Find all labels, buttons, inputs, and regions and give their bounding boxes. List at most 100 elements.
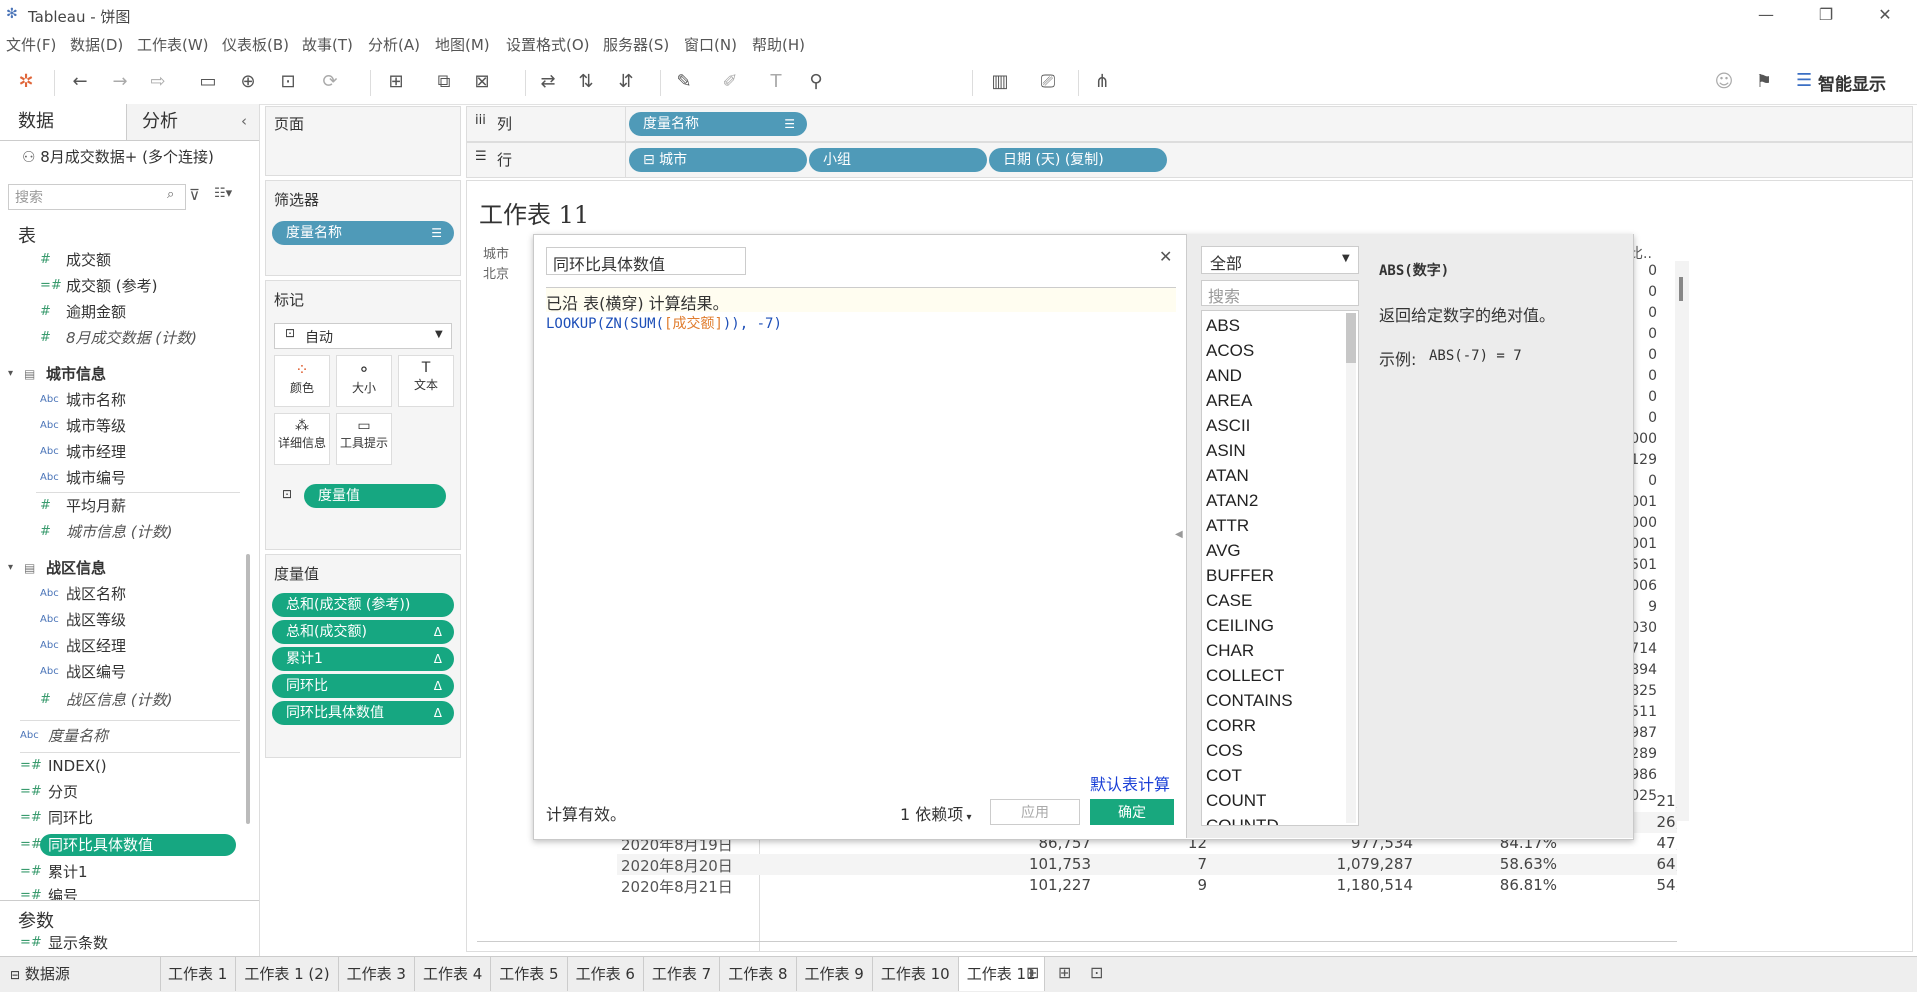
- menu-window[interactable]: 窗口(N): [684, 34, 737, 55]
- measure-value-pill[interactable]: 累计1 Δ: [272, 647, 454, 671]
- scrollbar-thumb[interactable]: [1679, 277, 1683, 301]
- refresh-icon[interactable]: ⟳: [318, 70, 342, 94]
- forward-arrow-icon[interactable]: →: [108, 70, 132, 94]
- function-item[interactable]: ASIN: [1206, 438, 1246, 463]
- sheet-tab[interactable]: 工作表 8: [720, 957, 797, 991]
- column-pill-measure-names[interactable]: 度量名称 ☰: [629, 112, 807, 136]
- collapse-functions-icon[interactable]: ◀: [1175, 529, 1183, 540]
- function-category-dropdown[interactable]: 全部 ▼: [1201, 246, 1359, 274]
- field-list-scrollbar[interactable]: [246, 554, 250, 824]
- explain-icon[interactable]: ⚑: [1752, 70, 1776, 94]
- field-item[interactable]: Abc 战区名称: [0, 582, 240, 606]
- field-item[interactable]: #8月成交数据 (计数): [0, 326, 240, 350]
- field-item[interactable]: =# INDEX(): [0, 754, 240, 778]
- new-story-icon[interactable]: ⊡: [1090, 963, 1103, 982]
- field-item[interactable]: =# 同环比: [0, 806, 240, 830]
- redo-data-icon[interactable]: ⇨: [146, 70, 170, 94]
- field-item[interactable]: Abc 城市名称: [0, 388, 240, 412]
- close-window-button[interactable]: ✕: [1862, 2, 1908, 28]
- function-item[interactable]: ACOS: [1206, 338, 1254, 363]
- menu-file[interactable]: 文件(F): [6, 34, 56, 55]
- function-item[interactable]: BUFFER: [1206, 563, 1274, 588]
- calc-name-input[interactable]: 同环比具体数值: [546, 247, 746, 275]
- rows-shelf[interactable]: ☰ 行 ⊟ 城市 小组 日期 (天) (复制): [466, 142, 1913, 178]
- size-button[interactable]: ⚬ 大小: [336, 355, 392, 407]
- tableau-home-icon[interactable]: ✲: [14, 70, 38, 94]
- ok-button[interactable]: 确定: [1090, 799, 1174, 825]
- sheet-tab[interactable]: 工作表 3: [339, 957, 415, 991]
- presentation-mode-icon[interactable]: ⎚: [1036, 70, 1060, 94]
- default-table-calc-link[interactable]: 默认表计算: [1090, 771, 1170, 795]
- restore-button[interactable]: ❐: [1803, 2, 1849, 28]
- sheet-tab[interactable]: 工作表 10: [873, 957, 959, 991]
- tooltip-button[interactable]: ▭ 工具提示: [336, 413, 392, 465]
- field-item[interactable]: Abc 城市等级: [0, 414, 240, 438]
- folder-zone-info[interactable]: ▾ ▤ 战区信息: [0, 556, 240, 580]
- sort-ascending-icon[interactable]: ⇅: [574, 70, 598, 94]
- formula-editor[interactable]: LOOKUP(ZN(SUM([成交额])), -7): [546, 313, 1176, 763]
- parameter-item[interactable]: =# 显示条数: [0, 931, 240, 955]
- menu-format[interactable]: 设置格式(O): [506, 34, 590, 55]
- function-item[interactable]: COT: [1206, 763, 1242, 788]
- field-item[interactable]: Abc 战区经理: [0, 634, 240, 658]
- menu-map[interactable]: 地图(M): [435, 34, 490, 55]
- function-item[interactable]: CASE: [1206, 588, 1252, 613]
- row-pill-date[interactable]: 日期 (天) (复制): [989, 148, 1167, 172]
- minimize-button[interactable]: —: [1743, 2, 1789, 28]
- mark-type-dropdown[interactable]: ⊡ 自动 ▼: [274, 323, 452, 349]
- field-item[interactable]: Abc 战区编号: [0, 660, 240, 684]
- menu-help[interactable]: 帮助(H): [752, 34, 805, 55]
- dependencies-dropdown[interactable]: 1 依赖项 ▾: [900, 801, 971, 825]
- tab-analysis[interactable]: 分析: [126, 104, 236, 140]
- field-item[interactable]: =# 编号: [0, 888, 240, 900]
- function-item[interactable]: CONTAINS: [1206, 688, 1293, 713]
- pin-icon[interactable]: ⚲: [804, 70, 828, 94]
- measure-value-pill[interactable]: 总和(成交额 (参考)): [272, 593, 454, 617]
- field-item[interactable]: =# 分页: [0, 780, 240, 804]
- tab-data[interactable]: 数据: [0, 104, 127, 140]
- pause-update-icon[interactable]: ⊡: [276, 70, 300, 94]
- function-item[interactable]: AND: [1206, 363, 1242, 388]
- field-item[interactable]: # 成交额: [0, 248, 240, 272]
- function-item[interactable]: CORR: [1206, 713, 1256, 738]
- row-pill-group[interactable]: 小组: [809, 148, 987, 172]
- save-icon[interactable]: ▭: [196, 70, 220, 94]
- swap-rows-columns-icon[interactable]: ⇄: [536, 70, 560, 94]
- filter-pill-measure-names[interactable]: 度量名称 ☰: [272, 221, 454, 245]
- text-button[interactable]: T 文本: [398, 355, 454, 407]
- measure-value-pill[interactable]: 同环比具体数值 Δ: [272, 701, 454, 725]
- function-item[interactable]: COLLECT: [1206, 663, 1284, 688]
- function-list-scrollbar[interactable]: [1346, 313, 1356, 823]
- sheet-tab[interactable]: 工作表 9: [797, 957, 873, 991]
- sheet-tab[interactable]: 工作表 4: [415, 957, 492, 991]
- menu-server[interactable]: 服务器(S): [603, 34, 669, 55]
- field-item[interactable]: Abc 度量名称: [0, 724, 240, 748]
- field-item[interactable]: Abc 战区等级: [0, 608, 240, 632]
- datasource-tab[interactable]: ⊟ 数据源: [0, 957, 161, 991]
- detail-button[interactable]: ⁂ 详细信息: [274, 413, 330, 465]
- field-item[interactable]: # 战区信息 (计数): [0, 688, 240, 712]
- field-item-selected[interactable]: =# 同环比具体数值: [0, 833, 240, 857]
- color-button[interactable]: ⁘ 颜色: [274, 355, 330, 407]
- back-arrow-icon[interactable]: ←: [68, 70, 92, 94]
- close-dialog-button[interactable]: ✕: [1159, 247, 1172, 266]
- collapse-pane-icon[interactable]: ‹: [241, 112, 247, 130]
- field-item[interactable]: =# 累计1: [0, 860, 240, 884]
- new-worksheet-icon[interactable]: ⊞: [1026, 963, 1039, 982]
- show-me-button[interactable]: 智能显示: [1818, 70, 1886, 95]
- field-item[interactable]: # 逾期金额: [0, 300, 240, 324]
- field-item[interactable]: Abc 城市经理: [0, 440, 240, 464]
- measure-value-pill[interactable]: 同环比 Δ: [272, 674, 454, 698]
- function-item[interactable]: ATAN2: [1206, 488, 1258, 513]
- clear-sheet-icon[interactable]: ⊠: [470, 70, 494, 94]
- field-item[interactable]: =# 成交额 (参考): [0, 274, 240, 298]
- sort-descending-icon[interactable]: ⇵: [614, 70, 638, 94]
- field-search-input[interactable]: 搜索 ⌕: [8, 184, 186, 210]
- new-sheet-icon[interactable]: ⊞: [384, 70, 408, 94]
- menu-data[interactable]: 数据(D): [70, 34, 123, 55]
- sheet-tab[interactable]: 工作表 7: [644, 957, 721, 991]
- new-dashboard-icon[interactable]: ⊞: [1058, 963, 1071, 982]
- apply-button[interactable]: 应用: [990, 799, 1080, 825]
- menu-story[interactable]: 故事(T): [302, 34, 353, 55]
- menu-dashboard[interactable]: 仪表板(B): [222, 34, 289, 55]
